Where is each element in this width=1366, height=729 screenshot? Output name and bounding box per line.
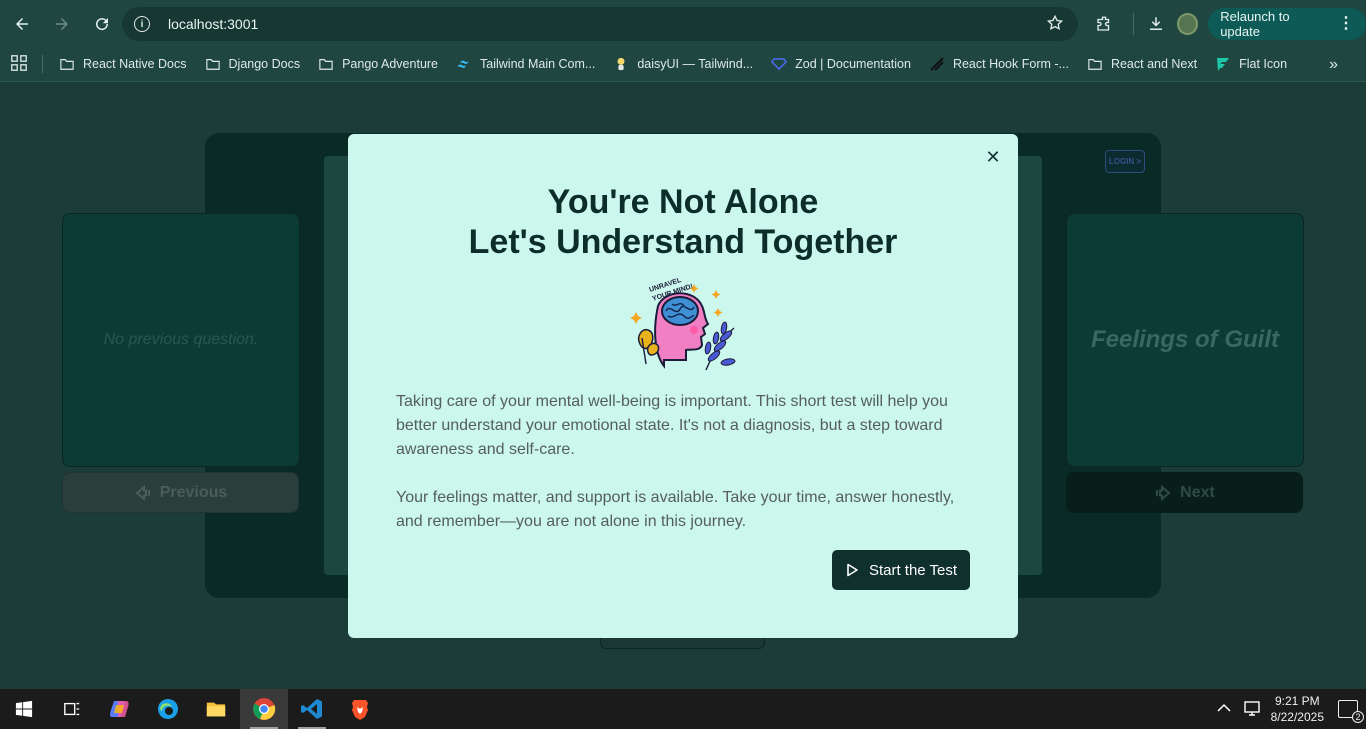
arrow-left-icon	[16, 17, 28, 30]
browser-toolbar: i localhost:3001 Relaunch to update ⋮	[0, 0, 1366, 47]
clock-date: 8/22/2025	[1270, 710, 1324, 724]
bookmark-star-icon[interactable]	[1046, 14, 1064, 35]
modal-title-line1: You're Not Alone	[547, 183, 819, 221]
bookmark-react-native-docs[interactable]: React Native Docs	[59, 56, 187, 72]
play-icon	[847, 563, 858, 577]
bookmark-pango-adventure[interactable]: Pango Adventure	[318, 56, 438, 72]
notification-count: 2	[1352, 711, 1364, 723]
close-icon[interactable]: ✕	[984, 148, 1002, 166]
brave-icon[interactable]	[336, 689, 384, 729]
start-test-button[interactable]: Start the Test	[832, 550, 970, 590]
bookmark-label: React Native Docs	[83, 57, 187, 71]
clock-time: 9:21 PM	[1274, 694, 1320, 708]
copilot-icon[interactable]	[96, 689, 144, 729]
daisyui-icon	[613, 56, 629, 72]
address-bar[interactable]: i localhost:3001	[122, 7, 1078, 41]
profile-avatar[interactable]	[1176, 13, 1199, 35]
bookmark-daisyui[interactable]: daisyUI — Tailwind...	[613, 56, 753, 72]
folder-icon	[205, 56, 221, 72]
chrome-icon[interactable]	[240, 689, 288, 729]
modal-description: Taking care of your mental well-being is…	[396, 390, 976, 534]
tailwind-icon	[456, 56, 472, 72]
modal-title-line2: Let's Understand Together	[468, 223, 898, 261]
bookmarks-separator	[42, 55, 43, 73]
arrow-left-bold-icon	[135, 484, 150, 501]
support-paragraph: Your feelings matter, and support is ava…	[396, 489, 955, 530]
bookmark-label: Django Docs	[228, 57, 301, 71]
previous-question-card: No previous question.	[62, 213, 300, 467]
login-button[interactable]: LOGIN >	[1105, 150, 1145, 173]
folder-icon	[59, 56, 75, 72]
system-tray: 9:21 PM 8/22/2025 2	[1217, 689, 1364, 729]
folder-icon	[318, 56, 334, 72]
intro-paragraph: Taking care of your mental well-being is…	[396, 393, 948, 458]
site-info-icon[interactable]: i	[134, 16, 150, 32]
previous-question-text: No previous question.	[103, 331, 259, 348]
unravel-mind-illustration: UNRAVEL YOUR MIND!	[630, 278, 736, 371]
reload-button[interactable]	[84, 6, 120, 42]
next-question-text: Feelings of Guilt	[1090, 326, 1279, 353]
task-view-icon[interactable]	[48, 689, 96, 729]
edge-icon[interactable]	[144, 689, 192, 729]
zod-icon	[771, 56, 788, 72]
back-button[interactable]	[4, 6, 40, 42]
bookmark-react-hook-form[interactable]: React Hook Form -...	[929, 56, 1069, 72]
bookmark-label: Zod | Documentation	[795, 57, 911, 71]
notification-icon[interactable]: 2	[1338, 700, 1364, 723]
bookmark-tailwind[interactable]: Tailwind Main Com...	[456, 56, 595, 72]
bookmark-label: daisyUI — Tailwind...	[637, 57, 754, 71]
bookmark-react-and-next[interactable]: React and Next	[1087, 56, 1197, 72]
windows-start-icon[interactable]	[0, 689, 48, 729]
relaunch-button[interactable]: Relaunch to update ⋮	[1208, 8, 1366, 40]
more-menu-icon: ⋮	[1338, 15, 1355, 32]
arrow-right-bold-icon	[1156, 484, 1171, 501]
next-question-card: Feelings of Guilt	[1066, 213, 1304, 467]
apps-grid-icon[interactable]	[10, 54, 30, 74]
chevron-double-right-icon[interactable]: »	[1329, 56, 1338, 74]
clock[interactable]: 9:21 PM 8/22/2025	[1271, 693, 1324, 725]
folder-icon	[1087, 56, 1103, 72]
chevron-up-icon[interactable]	[1217, 702, 1231, 716]
taskbar: 9:21 PM 8/22/2025 2	[0, 689, 1366, 729]
welcome-modal: ✕ You're Not Alone Let's Understand Toge…	[348, 134, 1018, 638]
url-text: localhost:3001	[168, 16, 259, 32]
toolbar-separator	[1132, 13, 1134, 35]
bookmarks-bar: React Native Docs Django Docs Pango Adve…	[0, 47, 1366, 82]
bookmark-django-docs[interactable]: Django Docs	[205, 56, 301, 72]
previous-button[interactable]: Previous	[62, 472, 299, 513]
extensions-icon[interactable]	[1090, 9, 1119, 39]
bookmark-label: React and Next	[1110, 57, 1198, 71]
modal-title: You're Not Alone Let's Understand Togeth…	[348, 182, 1018, 262]
network-icon[interactable]	[1243, 700, 1261, 719]
previous-label: Previous	[159, 483, 228, 501]
page-content: LOGIN > No previous question. Feelings o…	[0, 82, 1366, 689]
bookmark-label: Pango Adventure	[342, 57, 439, 71]
relaunch-label: Relaunch to update	[1220, 9, 1290, 39]
react-hook-form-icon	[929, 56, 945, 72]
reload-icon	[96, 17, 109, 30]
arrow-right-icon	[56, 17, 68, 30]
flaticon-icon	[1215, 56, 1231, 72]
bookmark-zod[interactable]: Zod | Documentation	[771, 56, 911, 72]
bookmark-label: React Hook Form -...	[952, 57, 1069, 71]
next-button[interactable]: Next	[1066, 472, 1303, 513]
bookmark-flat-icon[interactable]: Flat Icon	[1215, 56, 1287, 72]
download-icon[interactable]	[1142, 9, 1171, 39]
vscode-icon[interactable]	[288, 689, 336, 729]
bookmark-label: Flat Icon	[1239, 57, 1288, 71]
start-test-label: Start the Test	[868, 561, 958, 579]
next-label: Next	[1180, 483, 1215, 501]
file-explorer-icon[interactable]	[192, 689, 240, 729]
forward-button[interactable]	[44, 6, 80, 42]
bookmark-label: Tailwind Main Com...	[480, 57, 596, 71]
